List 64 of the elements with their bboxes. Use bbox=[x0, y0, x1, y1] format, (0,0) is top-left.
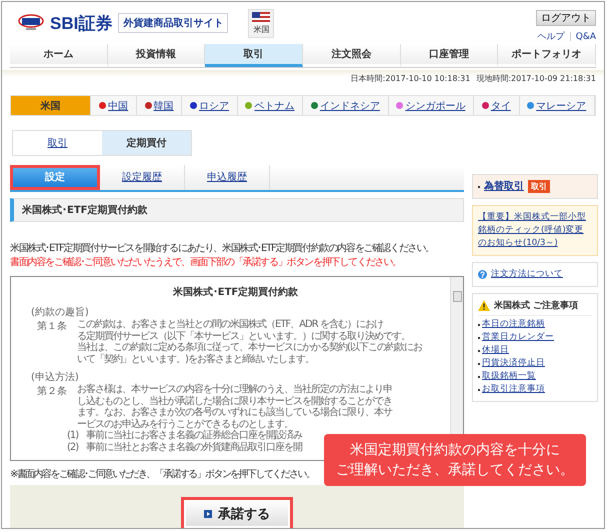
article-number: 第２条 bbox=[37, 385, 67, 399]
article-text: いて「契約」といいます。)をお客さまと締結いたします。 bbox=[77, 354, 315, 365]
country-tab[interactable]: 米国 bbox=[11, 96, 92, 115]
flag-icon bbox=[252, 12, 270, 24]
logo-text: SBI証券 bbox=[50, 12, 112, 34]
cautions-title: 米国株式 ご注意事項 bbox=[494, 299, 578, 312]
nav-tab[interactable]: ポートフォリオ bbox=[498, 44, 596, 67]
document-title: 米国株式･ETF定期買付約款 bbox=[172, 285, 300, 299]
header-link[interactable]: ヘルプ bbox=[538, 30, 565, 43]
country-tab[interactable]: マレーシア bbox=[520, 96, 595, 115]
sub-tab[interactable]: 申込履歴 bbox=[185, 165, 270, 190]
section-title: 米国株式･ETF定期買付約款 bbox=[10, 198, 464, 222]
article-text: ービスのお申込みを行うことができるものとします。 bbox=[77, 418, 294, 430]
sub-tab[interactable]: 設定履歴 bbox=[100, 165, 185, 190]
logo-icon bbox=[18, 13, 44, 33]
help-icon bbox=[478, 270, 487, 279]
intro-text: 米国株式･ETF定期買付サービスを開始するにあたり、米国株式･ETF定期買付約款の内容をご確認ください。 bbox=[10, 242, 434, 256]
article-heading: (約款の趣旨) bbox=[31, 306, 90, 319]
nav-tab[interactable]: 注文照会 bbox=[303, 44, 401, 67]
mode-tab[interactable]: 定期買付 bbox=[102, 131, 191, 155]
accept-button[interactable]: 承諾する bbox=[181, 497, 293, 528]
nav-tab[interactable]: 取引 bbox=[205, 44, 304, 67]
warning-icon bbox=[478, 300, 490, 311]
item-number: (1) bbox=[67, 430, 78, 442]
article-text: る定期買付サービス（以下「本サービス」といいます。）に関する取り決めです。 bbox=[77, 330, 411, 342]
callout-tooltip: 米国定期買付約款の内容を十分に ご理解いただき、承諾してください。 bbox=[324, 434, 586, 486]
country-tab[interactable]: シンガポール bbox=[388, 96, 474, 115]
site-name: 外貨建商品取引サイト bbox=[118, 13, 228, 33]
article-text: ます。なお、お客さまが次の各号のいずれにも該当している場合に限り、本サ bbox=[77, 407, 392, 418]
caution-link[interactable]: お取引注意事項 bbox=[482, 383, 545, 396]
article-text: し込むものとし、当社が承諾した場合に限り本サービスを開始することができ bbox=[77, 396, 392, 406]
fx-link[interactable]: 為替取引 bbox=[484, 180, 524, 193]
article-number: 第１条 bbox=[37, 320, 67, 334]
country-tab[interactable]: ロシア bbox=[182, 96, 238, 115]
caution-link[interactable]: 本日の注意銘柄 bbox=[482, 318, 545, 331]
article-text: この約款は、お客さまと当社との間の米国株式（ETF、ADR を含む）におけ bbox=[77, 319, 384, 330]
article-text: 当社は、この約款に定める条項に従って、本サービスにかかる契約(以下この約款にお bbox=[77, 342, 422, 354]
play-icon bbox=[204, 510, 212, 518]
nav-tab[interactable]: ホーム bbox=[10, 44, 108, 67]
trade-badge[interactable]: 取引 bbox=[528, 180, 550, 193]
country-tab[interactable]: タイ bbox=[474, 96, 520, 115]
caution-link[interactable]: 円貨決済停止日 bbox=[482, 357, 545, 370]
caution-link[interactable]: 営業日カレンダー bbox=[482, 331, 554, 344]
country-tab[interactable]: インドネシア bbox=[303, 96, 389, 115]
header-link[interactable]: Q&A bbox=[576, 32, 596, 42]
timestamp: 現地時間:2017-10-09 21:18:31 bbox=[476, 73, 596, 84]
logout-button[interactable]: ログアウト bbox=[536, 10, 596, 26]
country-tab[interactable]: 韓国 bbox=[136, 96, 182, 115]
mode-tab[interactable]: 取引 bbox=[13, 131, 102, 155]
nav-tab[interactable]: 投資情報 bbox=[108, 44, 206, 67]
caution-link[interactable]: 取扱銘柄一覧 bbox=[482, 370, 536, 383]
article-heading: (申込方法) bbox=[31, 370, 80, 384]
country-tab[interactable]: ベトナム bbox=[238, 96, 304, 115]
nav-tab[interactable]: 口座管理 bbox=[400, 44, 498, 67]
article-text: お客さ様は、本サービスの内容を十分に理解のうえ、当社所定の方法により申 bbox=[77, 384, 392, 396]
item-number: (2) bbox=[67, 442, 78, 453]
intro-text: 書面内容をご確認･ご同意いただいたうえで、画面下部の「承諾する」ボタンを押下してください。 bbox=[10, 256, 402, 270]
caution-link[interactable]: 休場日 bbox=[482, 344, 509, 357]
country-flag-button[interactable]: 米国 bbox=[248, 8, 274, 38]
country-tab[interactable]: 中国 bbox=[91, 96, 137, 115]
note-text: ※書面内容をご確認･ご同意いただき、「承諾する」ボタンを押下してください。 bbox=[10, 468, 314, 481]
item-text: 事前に当社とお客さま名義の外貨建商品取引口座を開 bbox=[86, 442, 302, 453]
timestamp: 日本時間:2017-10-10 10:18:31 bbox=[350, 73, 470, 84]
item-text: 事前に当社にお客さま名義の証券総合口座を開設済み bbox=[86, 430, 302, 442]
